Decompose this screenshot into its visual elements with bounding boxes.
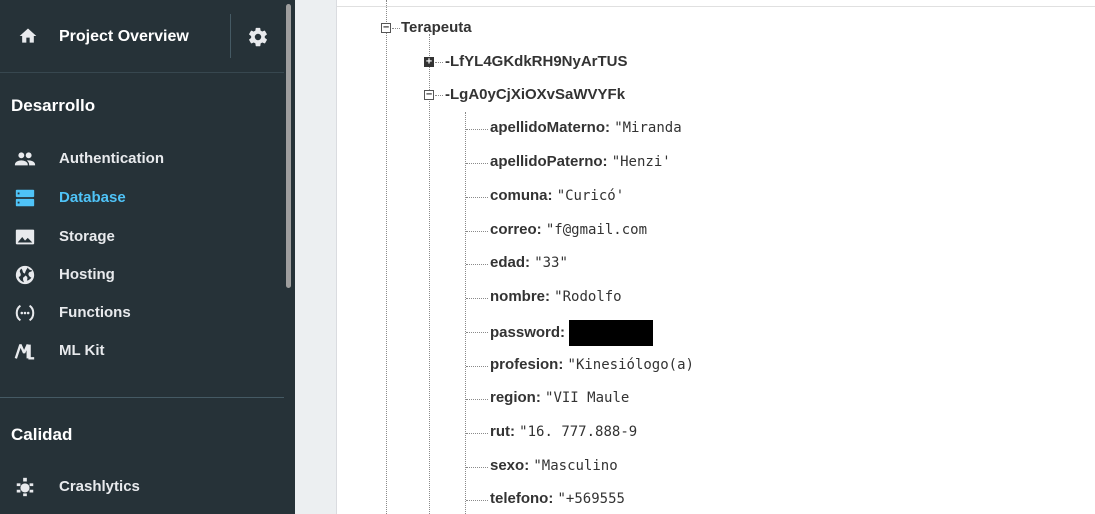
- collapse-toggle-icon[interactable]: −: [381, 23, 391, 33]
- tree-field[interactable]: edad: "33": [490, 254, 568, 271]
- tree-field[interactable]: comuna: "Curicó': [490, 187, 624, 204]
- tree-connector: [435, 62, 443, 63]
- tree-field[interactable]: password:: [490, 320, 654, 346]
- field-value[interactable]: "Curicó': [557, 188, 624, 204]
- tree-node-key[interactable]: -LfYL4GKdkRH9NyArTUS: [445, 53, 628, 70]
- redacted-value: [569, 320, 654, 346]
- tree-connector: [435, 95, 443, 96]
- field-key: region:: [490, 389, 541, 406]
- tree-node-key[interactable]: -LgA0yCjXiOXvSaWVYFk: [445, 86, 625, 103]
- expand-toggle-icon[interactable]: +: [424, 57, 434, 67]
- nav-item-label: Functions: [59, 304, 131, 321]
- gear-icon[interactable]: [247, 26, 269, 48]
- nav-item-label: Authentication: [59, 150, 164, 167]
- tree-connector: [466, 197, 488, 198]
- field-key: correo:: [490, 221, 542, 238]
- tree-connector: [466, 231, 488, 232]
- nav-item-storage[interactable]: Storage: [0, 219, 284, 255]
- nav-item-label: Crashlytics: [59, 478, 140, 495]
- field-value[interactable]: "33": [534, 255, 568, 271]
- collapse-toggle-icon[interactable]: −: [424, 90, 434, 100]
- field-key: telefono:: [490, 490, 554, 507]
- field-value[interactable]: "Henzi': [612, 154, 671, 170]
- nav-item-label: Database: [59, 189, 126, 206]
- tree-connector: [386, 0, 387, 514]
- tree-field[interactable]: nombre: "Rodolfo: [490, 288, 622, 305]
- tree-connector: [466, 129, 488, 130]
- field-key: profesion:: [490, 356, 564, 373]
- field-value[interactable]: "16. 777.888-9: [519, 424, 637, 440]
- field-key: comuna:: [490, 187, 553, 204]
- database-tree: − Terapeuta + -LfYL4GKdkRH9NyArTUS − -Lg…: [337, 0, 1095, 514]
- functions-icon: [15, 304, 35, 322]
- field-key: apellidoPaterno:: [490, 153, 608, 170]
- tree-connector: [466, 298, 488, 299]
- field-key: rut:: [490, 423, 515, 440]
- tree-connector: [466, 332, 488, 333]
- tree-field[interactable]: telefono: "+569555: [490, 490, 625, 507]
- field-value[interactable]: "Miranda: [614, 120, 681, 136]
- tree-field[interactable]: sexo: "Masculino: [490, 457, 618, 474]
- tree-connector: [466, 264, 488, 265]
- divider: [0, 397, 284, 398]
- tree-field[interactable]: rut: "16. 777.888-9: [490, 423, 637, 440]
- section-heading-quality: Calidad: [11, 425, 73, 444]
- tree-connector: [466, 366, 488, 367]
- tree-node-root[interactable]: Terapeuta: [401, 19, 472, 36]
- divider: [230, 14, 231, 58]
- field-value[interactable]: "Kinesiólogo(a): [568, 357, 694, 373]
- crashlytics-icon: [16, 477, 34, 497]
- content-gutter: [295, 0, 337, 514]
- tree-connector: [466, 399, 488, 400]
- nav-item-ml-kit[interactable]: ML Kit: [0, 333, 284, 369]
- nav-item-crashlytics[interactable]: Crashlytics: [0, 469, 284, 505]
- people-icon: [14, 152, 36, 166]
- field-key: nombre:: [490, 288, 550, 305]
- home-icon[interactable]: [18, 26, 38, 46]
- tree-field[interactable]: apellidoPaterno: "Henzi': [490, 153, 671, 170]
- nav-item-label: Storage: [59, 228, 115, 245]
- nav-item-functions[interactable]: Functions: [0, 295, 284, 331]
- nav-item-label: ML Kit: [59, 342, 105, 359]
- field-value[interactable]: "f@gmail.com: [546, 222, 647, 238]
- tree-connector: [466, 163, 488, 164]
- field-key: edad:: [490, 254, 531, 271]
- image-icon: [15, 229, 35, 245]
- nav-item-label: Hosting: [59, 266, 115, 283]
- field-value[interactable]: "Rodolfo: [554, 289, 621, 305]
- nav-item-database[interactable]: Database: [0, 180, 284, 216]
- section-heading-develop: Desarrollo: [11, 96, 96, 115]
- sidebar-scrollbar-thumb[interactable]: [286, 4, 291, 288]
- field-key: password:: [490, 323, 566, 341]
- field-key: sexo:: [490, 457, 530, 474]
- database-icon: [15, 189, 35, 207]
- tree-field[interactable]: apellidoMaterno: "Miranda: [490, 119, 682, 136]
- tree-field[interactable]: correo: "f@gmail.com: [490, 221, 647, 238]
- nav-item-authentication[interactable]: Authentication: [0, 141, 284, 177]
- nav-item-hosting[interactable]: Hosting: [0, 257, 284, 293]
- tree-connector: [466, 433, 488, 434]
- field-value[interactable]: "Masculino: [533, 458, 617, 474]
- field-value[interactable]: "VII Maule: [545, 390, 629, 406]
- tree-field[interactable]: profesion: "Kinesiólogo(a): [490, 356, 694, 373]
- sidebar: Project Overview Desarrollo Authenticati…: [0, 0, 284, 514]
- project-overview-label[interactable]: Project Overview: [59, 28, 189, 46]
- tree-connector: [466, 467, 488, 468]
- globe-icon: [15, 265, 35, 285]
- tree-connector: [392, 28, 400, 29]
- tree-connector: [429, 34, 430, 514]
- field-value[interactable]: "+569555: [558, 491, 625, 507]
- tree-field[interactable]: region: "VII Maule: [490, 389, 629, 406]
- field-key: apellidoMaterno:: [490, 119, 611, 136]
- tree-connector: [465, 112, 466, 514]
- ml-kit-icon: [14, 344, 35, 360]
- tree-connector: [466, 500, 488, 501]
- project-overview-row[interactable]: Project Overview: [0, 0, 284, 73]
